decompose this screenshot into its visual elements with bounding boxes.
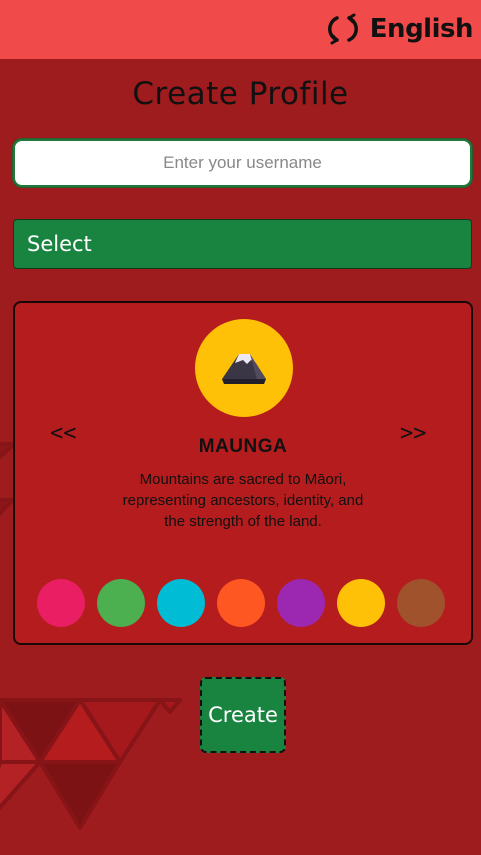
select-dropdown[interactable]: Select bbox=[13, 219, 472, 269]
create-button[interactable]: Create bbox=[200, 677, 286, 753]
color-swatch[interactable] bbox=[277, 579, 325, 627]
top-bar: English bbox=[0, 0, 481, 59]
color-swatch[interactable] bbox=[397, 579, 445, 627]
symbol-description: Mountains are sacred to Māori, represent… bbox=[122, 471, 364, 530]
symbol-card: << >> MAUNGA Mountains are sacred to Māo… bbox=[13, 301, 473, 645]
create-label: Create bbox=[208, 703, 278, 727]
color-swatch[interactable] bbox=[37, 579, 85, 627]
color-swatch[interactable] bbox=[157, 579, 205, 627]
symbol-name: MAUNGA bbox=[198, 436, 288, 457]
mountain-icon bbox=[219, 346, 269, 390]
color-swatch[interactable] bbox=[337, 579, 385, 627]
username-input[interactable] bbox=[13, 139, 472, 187]
language-switch[interactable]: English bbox=[326, 10, 474, 48]
color-swatches bbox=[37, 579, 445, 627]
language-label: English bbox=[369, 14, 474, 44]
page-title: Create Profile bbox=[132, 76, 349, 112]
color-swatch[interactable] bbox=[97, 579, 145, 627]
color-swatch[interactable] bbox=[217, 579, 265, 627]
select-label: Select bbox=[27, 232, 92, 256]
refresh-icon bbox=[326, 12, 360, 46]
avatar bbox=[195, 319, 293, 417]
